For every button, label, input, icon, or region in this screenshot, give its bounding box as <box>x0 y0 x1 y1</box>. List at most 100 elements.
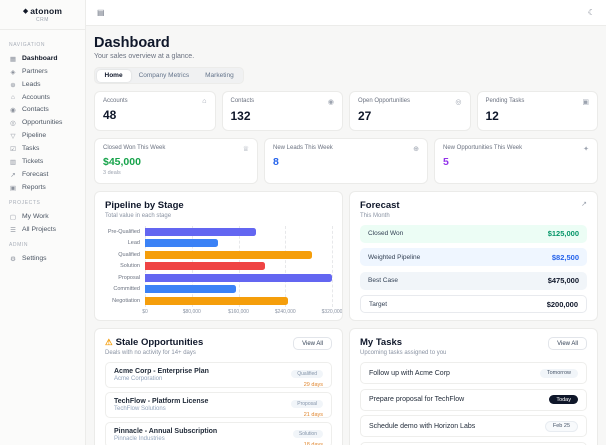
forecast-row-value: $82,500 <box>551 252 579 262</box>
pipeline-chart-card: Pipeline by Stage Total value in each st… <box>94 191 343 321</box>
bar-category-label: Qualified <box>118 251 140 258</box>
gear-icon: ⚙ <box>10 255 16 263</box>
building-icon: ⌂ <box>11 93 15 101</box>
trend-icon: ↗ <box>10 171 16 179</box>
tab-company-metrics[interactable]: Company Metrics <box>131 70 198 82</box>
sidebar-item-dashboard[interactable]: ▦ Dashboard <box>9 52 76 65</box>
task-name: Schedule demo with Horizon Labs <box>369 422 476 430</box>
task-item-review-contract-terms-pinnacle[interactable]: Review contract terms - PinnacleFeb 27 <box>360 441 587 445</box>
nav-section-label-admin: Admin <box>9 242 29 248</box>
opportunity-company: Acme Corporation <box>114 376 163 383</box>
sidebar-item-accounts[interactable]: ⌂ Accounts <box>9 91 76 103</box>
sidebar-item-label: Leads <box>22 81 41 88</box>
sidebar-item-tasks[interactable]: ☑ Tasks <box>9 142 76 155</box>
bar-solution <box>145 262 265 271</box>
forecast-row-label: Best Case <box>368 277 398 284</box>
bar-category-label: Proposal <box>118 274 140 281</box>
bar-row-negotiation: Negotiation <box>105 295 332 307</box>
task-name: Prepare proposal for TechFlow <box>369 396 465 403</box>
forecast-card: Forecast This Month ↗ Closed Won $125,000… <box>349 191 598 321</box>
sidebar-item-forecast[interactable]: ↗ Forecast <box>9 168 76 181</box>
sidebar-item-opportunities[interactable]: ◎ Opportunities <box>9 116 76 129</box>
sidebar-item-pipeline[interactable]: ▽ Pipeline <box>9 129 76 142</box>
sidebar-item-settings[interactable]: ⚙ Settings <box>9 252 76 265</box>
sidebar-item-partners[interactable]: ◈ Partners <box>9 65 76 78</box>
target-icon: ◎ <box>455 99 462 106</box>
dashboard-content: Dashboard Your sales overview at a glanc… <box>86 26 606 445</box>
sidebar-item-label: Forecast <box>22 171 49 178</box>
bar-row-committed: Committed <box>105 284 332 296</box>
sidebar-item-label: Reports <box>22 184 46 191</box>
forecast-row-label: Target <box>369 300 388 308</box>
task-item-schedule-demo-with-horizon-labs[interactable]: Schedule demo with Horizon Labs Feb 25 <box>360 415 587 437</box>
x-tick-label: $0 <box>142 308 148 315</box>
highlight-label: Closed Won This Week <box>103 145 166 151</box>
app-logo: ◆ atonom CRM <box>0 0 85 30</box>
tab-marketing[interactable]: Marketing <box>197 70 242 82</box>
opportunity-name: TechFlow - Platform License <box>114 397 209 405</box>
theme-toggle-icon[interactable]: ☾ <box>588 8 595 17</box>
check-square-icon: ☑ <box>10 145 16 153</box>
highlight-card-closed-won-this-week: Closed Won This Week ♕ $45,000 3 deals <box>94 138 258 184</box>
stale-view-all-button[interactable]: View All <box>293 337 332 350</box>
days-stale: 21 days <box>303 412 323 418</box>
sidebar-item-label: Tasks <box>22 145 40 152</box>
list-item-acme-corp-enterprise-plan[interactable]: Acme Corp - Enterprise Plan Acme Corporat… <box>105 362 332 388</box>
user-plus-icon: ⊕ <box>10 81 16 89</box>
sidebar-item-my-work[interactable]: ▢ My Work <box>9 210 76 223</box>
forecast-row-weighted-pipeline: Weighted Pipeline $82,500 <box>360 248 587 266</box>
bar-category-label: Committed <box>113 286 140 293</box>
grid-icon: ▦ <box>9 55 17 63</box>
forecast-row-best-case: Best Case $475,000 <box>360 271 587 290</box>
handshake-icon: ◈ <box>10 68 16 76</box>
highlight-label: New Opportunities This Week <box>443 145 523 151</box>
sidebar-item-label: My Work <box>22 213 49 220</box>
bar-row-solution: Solution <box>105 261 332 273</box>
bar-category-label: Lead <box>127 240 140 247</box>
tab-home[interactable]: Home <box>96 69 131 82</box>
sidebar-toggle-icon[interactable]: ▤ <box>97 8 105 17</box>
opportunity-name: Pinnacle - Annual Subscription <box>114 427 218 435</box>
opportunity-company: TechFlow Solutions <box>114 406 166 413</box>
bar-category-label: Pre-Qualified <box>107 228 140 235</box>
forecast-row-target: Target $200,000 <box>360 295 587 313</box>
task-item-prepare-proposal-for-techflow[interactable]: Prepare proposal for TechFlow Today <box>360 388 587 411</box>
stat-value: 27 <box>358 109 372 123</box>
stat-value: 48 <box>103 108 117 122</box>
stat-label: Contacts <box>230 98 255 104</box>
forecast-title: Forecast <box>360 200 400 211</box>
forecast-row-value: $200,000 <box>546 299 578 309</box>
x-tick-label: $240,000 <box>274 308 296 315</box>
sidebar-item-reports[interactable]: ▣ Reports <box>9 181 76 194</box>
gridline <box>332 226 333 307</box>
opportunity-company: Pinnacle Industries <box>114 436 165 443</box>
app-name-sub: CRM <box>36 17 49 23</box>
tasks-view-all-button[interactable]: View All <box>548 337 587 350</box>
sidebar-item-contacts[interactable]: ◉ Contacts <box>9 103 76 116</box>
bar-row-lead: Lead <box>105 238 332 250</box>
stage-badge: Proposal <box>291 400 323 408</box>
stat-label: Open Opportunities <box>358 98 411 104</box>
due-badge: Tomorrow <box>539 368 578 378</box>
days-stale: 29 days <box>303 382 323 388</box>
list-item-pinnacle-annual-subscription[interactable]: Pinnacle - Annual Subscription Pinnacle I… <box>105 422 332 445</box>
list-item-techflow-platform-license[interactable]: TechFlow - Platform License TechFlow Solu… <box>105 392 332 418</box>
sidebar-item-label: Settings <box>22 255 47 262</box>
sidebar-item-label: Contacts <box>22 106 49 113</box>
sidebar-item-all-projects[interactable]: ☰ All Projects <box>9 223 76 236</box>
stat-card-pending-tasks: Pending Tasks ▣ 12 <box>476 91 598 131</box>
briefcase-icon: ▢ <box>9 213 17 221</box>
x-tick-label: $80,000 <box>182 308 201 315</box>
sidebar-item-leads[interactable]: ⊕ Leads <box>9 78 76 91</box>
x-tick-label: $160,000 <box>228 308 249 315</box>
page-title: Dashboard <box>94 35 170 51</box>
sidebar-nav: Navigation ▦ Dashboard ◈ Partners ⊕ Leads ⌂ Acco… <box>0 30 85 271</box>
sidebar-item-tickets[interactable]: ▥ Tickets <box>9 155 76 168</box>
bar-row-proposal: Proposal <box>105 272 332 284</box>
trophy-icon: ♕ <box>242 146 249 153</box>
funnel-icon: ▽ <box>10 132 16 140</box>
sidebar-item-label: Dashboard <box>22 55 58 62</box>
task-item-follow-up-with-acme-corp[interactable]: Follow up with Acme Corp Tomorrow <box>360 362 587 384</box>
stat-card-contacts: Contacts ◉ 132 <box>221 91 343 131</box>
pipeline-chart-subtitle: Total value in each stage <box>105 213 172 219</box>
